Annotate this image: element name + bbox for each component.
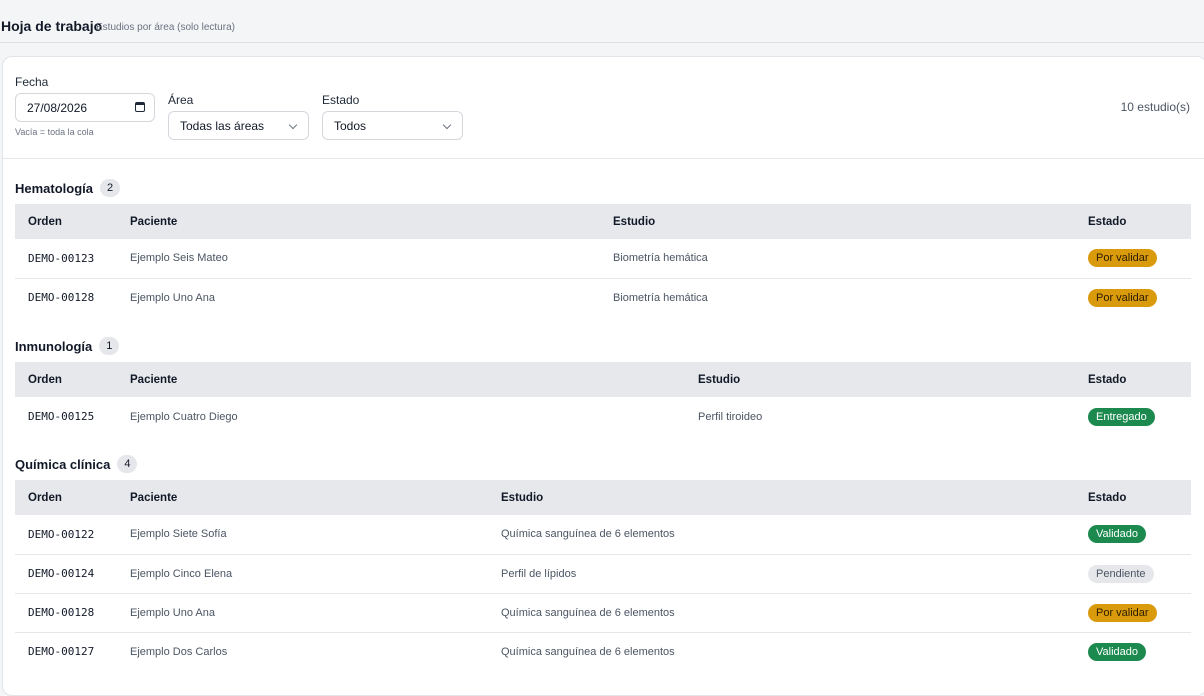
paciente-cell: Ejemplo Seis Mateo [130, 252, 228, 265]
section-count-badge: 1 [99, 337, 120, 355]
col-paciente: Paciente [130, 215, 178, 228]
filter-bar: Fecha 27/08/2026 Vacía = toda la cola Ár… [3, 57, 1204, 159]
table-row[interactable]: DEMO-00123 Ejemplo Seis Mateo Biometría … [15, 239, 1191, 278]
section-name: Inmunología [15, 338, 93, 354]
chevron-down-icon [442, 120, 452, 130]
estudio-cell: Química sanguínea de 6 elementos [501, 645, 675, 658]
estado-label: Estado [322, 93, 360, 107]
paciente-cell: Ejemplo Dos Carlos [130, 645, 228, 658]
col-paciente: Paciente [130, 491, 178, 504]
estudio-cell: Biometría hemática [613, 291, 708, 304]
col-orden: Orden [28, 215, 62, 228]
area-label: Área [168, 93, 194, 107]
status-badge: Por validar [1088, 603, 1157, 622]
area-value: Todas las áreas [180, 119, 265, 133]
col-estudio: Estudio [698, 373, 741, 386]
table-hematologia: Orden Paciente Estudio Estado DEMO-00123… [15, 204, 1191, 317]
calendar-icon[interactable] [135, 102, 145, 112]
table-quimica-clinica: Orden Paciente Estudio Estado DEMO-00122… [15, 480, 1191, 671]
result-count: 10 estudio(s) [1120, 100, 1190, 114]
orden-cell: DEMO-00125 [28, 410, 95, 423]
table-row[interactable]: DEMO-00128 Ejemplo Uno Ana Biometría hem… [15, 278, 1191, 317]
col-estado: Estado [1088, 373, 1127, 386]
paciente-cell: Ejemplo Uno Ana [130, 606, 215, 619]
estado-cell: Entregado [1075, 397, 1191, 436]
col-estado: Estado [1088, 215, 1127, 228]
table-row[interactable]: DEMO-00124 Ejemplo Cinco Elena Perfil de… [15, 554, 1191, 593]
status-badge: Entregado [1088, 407, 1155, 426]
estado-value: Todos [334, 119, 367, 133]
paciente-cell: Ejemplo Uno Ana [130, 291, 215, 304]
section-count-badge: 2 [100, 179, 121, 197]
status-badge: Validado [1088, 525, 1146, 544]
estado-cell: Por validar [1075, 278, 1191, 317]
status-badge: Validado [1088, 642, 1146, 661]
status-badge: Pendiente [1088, 564, 1154, 583]
orden-cell: DEMO-00124 [28, 567, 95, 580]
estado-cell: Por validar [1075, 593, 1191, 632]
section-name: Hematología [15, 180, 94, 196]
table-header-row: Orden Paciente Estudio Estado [15, 362, 1191, 397]
estado-select[interactable]: Todos [322, 111, 463, 140]
fecha-value: 27/08/2026 [27, 101, 88, 115]
estudio-cell: Química sanguínea de 6 elementos [501, 528, 675, 541]
worksheet-card: Fecha 27/08/2026 Vacía = toda la cola Ár… [2, 56, 1204, 696]
page-subtitle: Estudios por área (solo lectura) [96, 22, 235, 33]
paciente-cell: Ejemplo Siete Sofía [130, 528, 227, 541]
table-row[interactable]: DEMO-00125 Ejemplo Cuatro Diego Perfil t… [15, 397, 1191, 436]
col-estado: Estado [1088, 491, 1127, 504]
chevron-down-icon [288, 120, 298, 130]
section-title-inmunologia: Inmunología 1 [15, 337, 120, 355]
paciente-cell: Ejemplo Cuatro Diego [130, 410, 238, 423]
orden-cell: DEMO-00123 [28, 251, 95, 265]
orden-cell: DEMO-00127 [28, 645, 95, 659]
fecha-date-input[interactable]: 27/08/2026 [15, 93, 155, 122]
estudio-cell: Perfil tiroideo [698, 410, 763, 423]
status-badge: Por validar [1088, 288, 1157, 307]
table-inmunologia: Orden Paciente Estudio Estado DEMO-00125… [15, 362, 1191, 436]
col-estudio: Estudio [613, 215, 656, 228]
col-paciente: Paciente [130, 373, 178, 386]
estado-cell: Pendiente [1075, 554, 1191, 593]
table-row[interactable]: DEMO-00122 Ejemplo Siete Sofía Química s… [15, 515, 1191, 554]
estudio-cell: Química sanguínea de 6 elementos [501, 606, 675, 619]
orden-cell: DEMO-00128 [28, 606, 95, 619]
paciente-cell: Ejemplo Cinco Elena [130, 567, 233, 580]
area-select[interactable]: Todas las áreas [168, 111, 309, 140]
orden-cell: DEMO-00128 [28, 291, 95, 305]
estado-cell: Validado [1075, 515, 1191, 554]
estudio-cell: Perfil de lípidos [501, 567, 577, 580]
status-badge: Por validar [1088, 249, 1157, 268]
section-title-quimica-clinica: Química clínica 4 [15, 455, 138, 473]
col-orden: Orden [28, 491, 62, 504]
section-title-hematologia: Hematología 2 [15, 179, 121, 197]
page-title: Hoja de trabajo [1, 18, 103, 34]
top-bar: Hoja de trabajo Estudios por área (solo … [0, 0, 1204, 43]
estudio-cell: Biometría hemática [613, 252, 708, 265]
fecha-label: Fecha [15, 75, 49, 89]
estado-cell: Por validar [1075, 239, 1191, 278]
col-orden: Orden [28, 373, 62, 386]
col-estudio: Estudio [501, 491, 544, 504]
fecha-hint: Vacía = toda la cola [15, 127, 94, 137]
orden-cell: DEMO-00122 [28, 527, 95, 541]
section-name: Química clínica [15, 456, 111, 472]
estado-cell: Validado [1075, 632, 1191, 671]
table-header-row: Orden Paciente Estudio Estado [15, 204, 1191, 239]
section-count-badge: 4 [117, 455, 138, 473]
table-row[interactable]: DEMO-00128 Ejemplo Uno Ana Química sangu… [15, 593, 1191, 632]
table-row[interactable]: DEMO-00127 Ejemplo Dos Carlos Química sa… [15, 632, 1191, 671]
table-header-row: Orden Paciente Estudio Estado [15, 480, 1191, 515]
